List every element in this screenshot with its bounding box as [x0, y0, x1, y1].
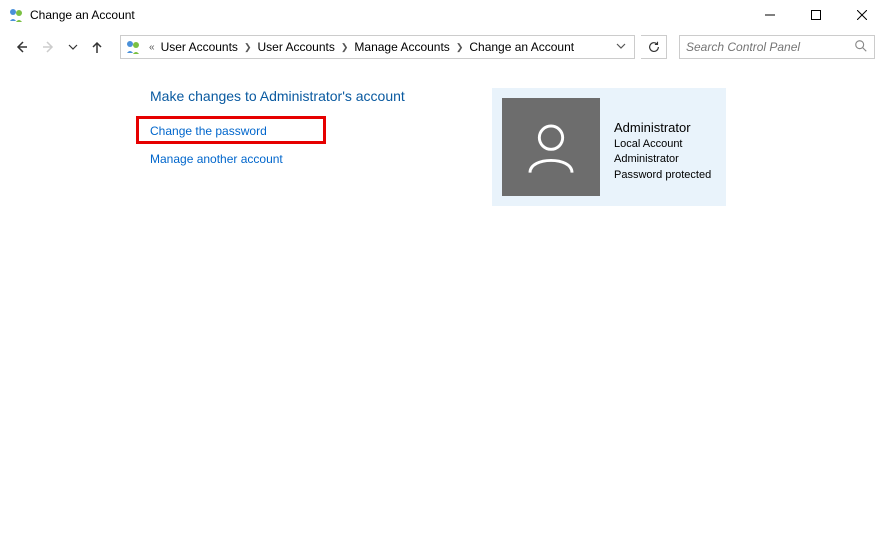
window-controls: [747, 0, 885, 30]
navigation-bar: « User Accounts ❯ User Accounts ❯ Manage…: [0, 30, 885, 64]
breadcrumb-item[interactable]: User Accounts: [255, 40, 336, 54]
maximize-button[interactable]: [793, 0, 839, 30]
breadcrumb-item[interactable]: Manage Accounts: [352, 40, 451, 54]
user-accounts-icon: [125, 39, 141, 55]
recent-locations-button[interactable]: [66, 36, 80, 58]
page-heading: Make changes to Administrator's account: [150, 88, 480, 104]
forward-button[interactable]: [38, 36, 60, 58]
titlebar: Change an Account: [0, 0, 885, 30]
search-icon[interactable]: [854, 39, 868, 56]
breadcrumb-item[interactable]: Change an Account: [467, 40, 576, 54]
manage-another-account-link[interactable]: Manage another account: [150, 152, 480, 166]
chevron-right-icon: ❯: [452, 42, 468, 53]
user-icon: [523, 119, 579, 175]
chevron-right-icon: ❯: [337, 42, 353, 53]
account-name: Administrator: [614, 120, 711, 135]
search-box[interactable]: [679, 35, 875, 59]
minimize-button[interactable]: [747, 0, 793, 30]
change-password-link[interactable]: Change the password: [150, 124, 480, 138]
account-role: Administrator: [614, 152, 711, 167]
content-area: Make changes to Administrator's account …: [0, 64, 885, 206]
account-card[interactable]: Administrator Local Account Administrato…: [492, 88, 726, 206]
back-button[interactable]: [10, 36, 32, 58]
account-type: Local Account: [614, 137, 711, 152]
up-button[interactable]: [86, 36, 108, 58]
address-bar[interactable]: « User Accounts ❯ User Accounts ❯ Manage…: [120, 35, 635, 59]
account-info: Administrator Local Account Administrato…: [614, 98, 711, 196]
account-password-status: Password protected: [614, 168, 711, 183]
refresh-button[interactable]: [641, 35, 667, 59]
window-title: Change an Account: [30, 8, 747, 22]
address-dropdown-button[interactable]: [612, 41, 630, 53]
search-input[interactable]: [686, 40, 854, 54]
chevron-right-icon: ❯: [240, 42, 256, 53]
close-button[interactable]: [839, 0, 885, 30]
breadcrumb-prefix: «: [145, 42, 159, 53]
avatar: [502, 98, 600, 196]
actions-column: Make changes to Administrator's account …: [150, 88, 480, 180]
breadcrumb-item[interactable]: User Accounts: [159, 40, 240, 54]
user-accounts-icon: [8, 7, 24, 23]
